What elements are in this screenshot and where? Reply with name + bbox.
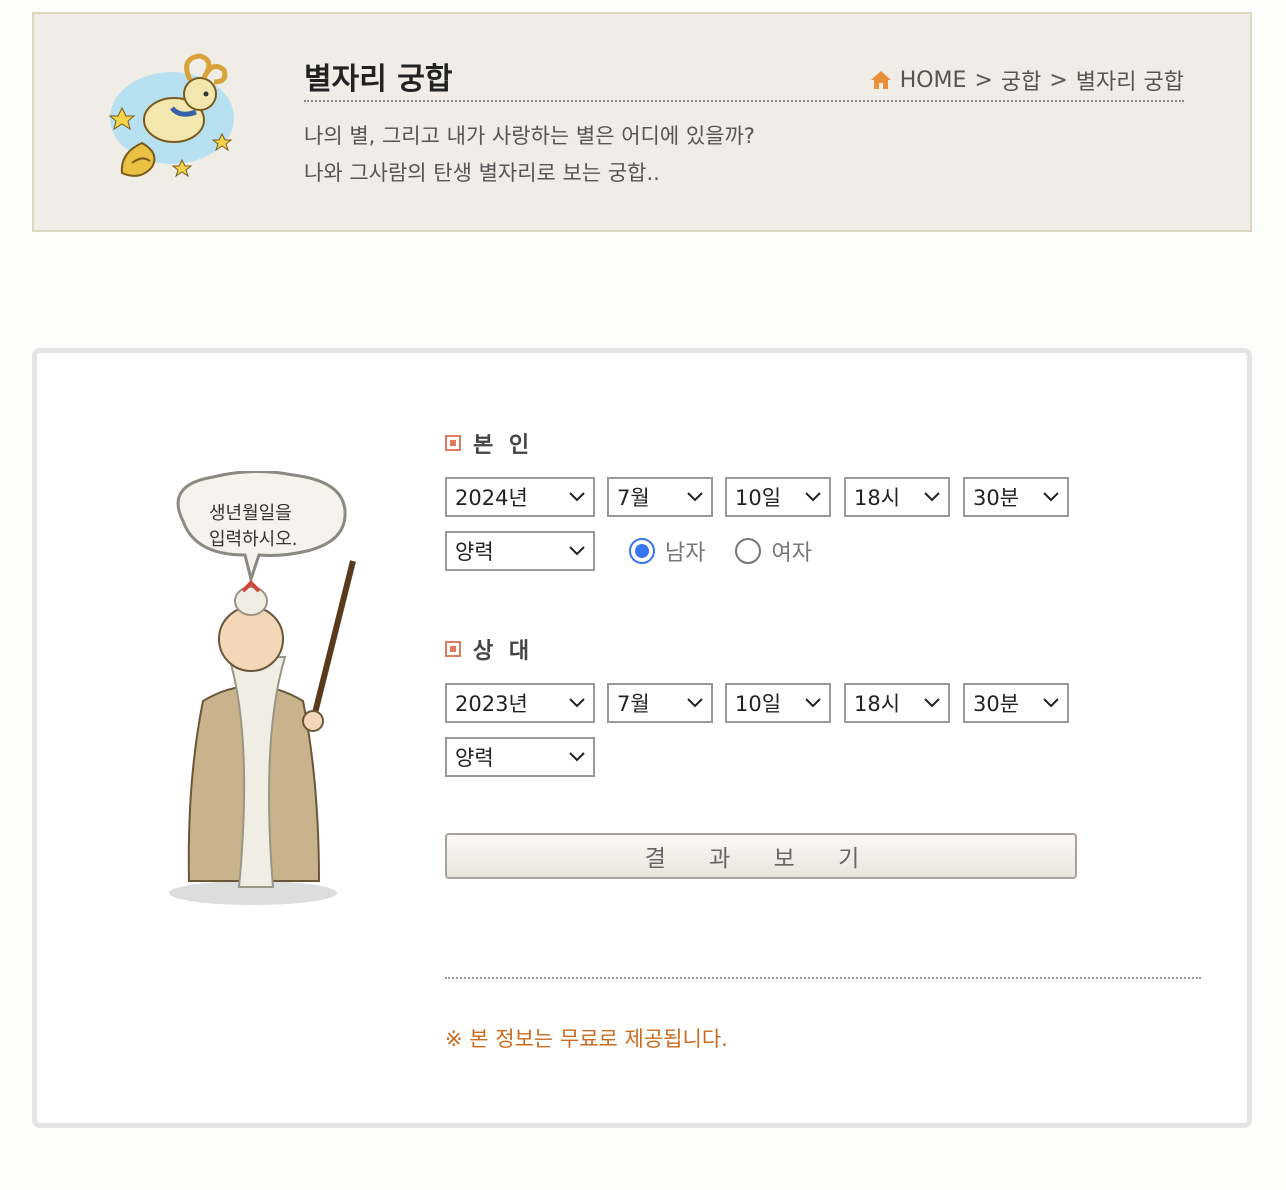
self-calendar-value: 양력	[455, 540, 494, 564]
chevron-down-icon	[1043, 492, 1059, 502]
self-label-text: 본 인	[473, 433, 534, 458]
free-info-notice: ※ 본 정보는 무료로 제공됩니다.	[445, 1027, 728, 1051]
speech-bubble-line-1: 생년월일을	[209, 503, 292, 524]
partner-calendar-value: 양력	[455, 746, 494, 770]
breadcrumb-separator: >	[974, 67, 993, 93]
chevron-down-icon	[924, 698, 940, 708]
chevron-down-icon	[1043, 698, 1059, 708]
self-minute-value: 30분	[973, 486, 1020, 510]
page-title: 별자리 궁합	[304, 62, 453, 97]
bullet-square-icon	[445, 641, 461, 657]
speech-bubble-line-2: 입력하시오.	[209, 529, 298, 550]
self-month-select[interactable]: 7월	[607, 477, 713, 517]
page-header: 별자리 궁합 HOME > 궁합 > 별자리 궁합 나의 별, 그리고 내가 사…	[32, 12, 1252, 232]
partner-day-select[interactable]: 10일	[725, 683, 831, 723]
partner-section-label: 상 대	[445, 633, 533, 665]
home-icon[interactable]	[870, 70, 892, 90]
partner-day-value: 10일	[735, 692, 782, 716]
self-section-label: 본 인	[445, 427, 533, 459]
chevron-down-icon	[569, 492, 585, 502]
gender-female-radio[interactable]	[735, 538, 762, 564]
self-month-value: 7월	[617, 486, 650, 510]
partner-year-value: 2023년	[455, 692, 528, 716]
self-calendar-select[interactable]: 양력	[445, 531, 595, 571]
page-description: 나의 별, 그리고 내가 사랑하는 별은 어디에 있을까? 나와 그사람의 탄생…	[304, 118, 755, 192]
partner-year-select[interactable]: 2023년	[445, 683, 595, 723]
compatibility-form-panel: 생년월일을 입력하시오. 본 인 2024년 7월 10일 18시 30분 양력	[32, 348, 1252, 1128]
chevron-down-icon	[924, 492, 940, 502]
chevron-down-icon	[805, 698, 821, 708]
self-year-select[interactable]: 2024년	[445, 477, 595, 517]
partner-calendar-select[interactable]: 양력	[445, 737, 595, 777]
partner-minute-value: 30분	[973, 692, 1020, 716]
self-hour-value: 18시	[854, 486, 901, 510]
chevron-down-icon	[687, 698, 703, 708]
description-line-1: 나의 별, 그리고 내가 사랑하는 별은 어디에 있을까?	[304, 124, 755, 148]
capricorn-illustration	[108, 53, 234, 178]
partner-minute-select[interactable]: 30분	[963, 683, 1069, 723]
gender-male-label[interactable]: 남자	[665, 535, 705, 567]
view-result-button[interactable]: 결 과 보 기	[445, 833, 1077, 879]
gender-female-label[interactable]: 여자	[771, 535, 811, 567]
dotted-divider	[445, 977, 1201, 979]
sage-illustration: 생년월일을 입력하시오.	[169, 471, 356, 905]
partner-label-text: 상 대	[473, 639, 534, 664]
self-year-value: 2024년	[455, 486, 528, 510]
breadcrumb: HOME > 궁합 > 별자리 궁합	[870, 64, 1184, 96]
partner-month-value: 7월	[617, 692, 650, 716]
self-minute-select[interactable]: 30분	[963, 477, 1069, 517]
breadcrumb-compatibility[interactable]: 궁합	[1001, 64, 1041, 96]
breadcrumb-current: 별자리 궁합	[1075, 70, 1184, 95]
chevron-down-icon	[569, 698, 585, 708]
self-hour-select[interactable]: 18시	[844, 477, 950, 517]
breadcrumb-separator: >	[1049, 67, 1068, 93]
breadcrumb-home[interactable]: HOME	[900, 68, 967, 93]
self-day-value: 10일	[735, 486, 782, 510]
chevron-down-icon	[569, 752, 585, 762]
chevron-down-icon	[569, 546, 585, 556]
partner-month-select[interactable]: 7월	[607, 683, 713, 723]
gender-radio-group: 남자 여자	[629, 533, 842, 569]
chevron-down-icon	[805, 492, 821, 502]
description-line-2: 나와 그사람의 탄생 별자리로 보는 궁합..	[304, 161, 660, 185]
gender-male-radio[interactable]	[629, 538, 655, 564]
self-day-select[interactable]: 10일	[725, 477, 831, 517]
partner-hour-value: 18시	[854, 692, 901, 716]
bullet-square-icon	[445, 435, 461, 451]
chevron-down-icon	[687, 492, 703, 502]
partner-hour-select[interactable]: 18시	[844, 683, 950, 723]
title-divider	[304, 100, 1184, 102]
